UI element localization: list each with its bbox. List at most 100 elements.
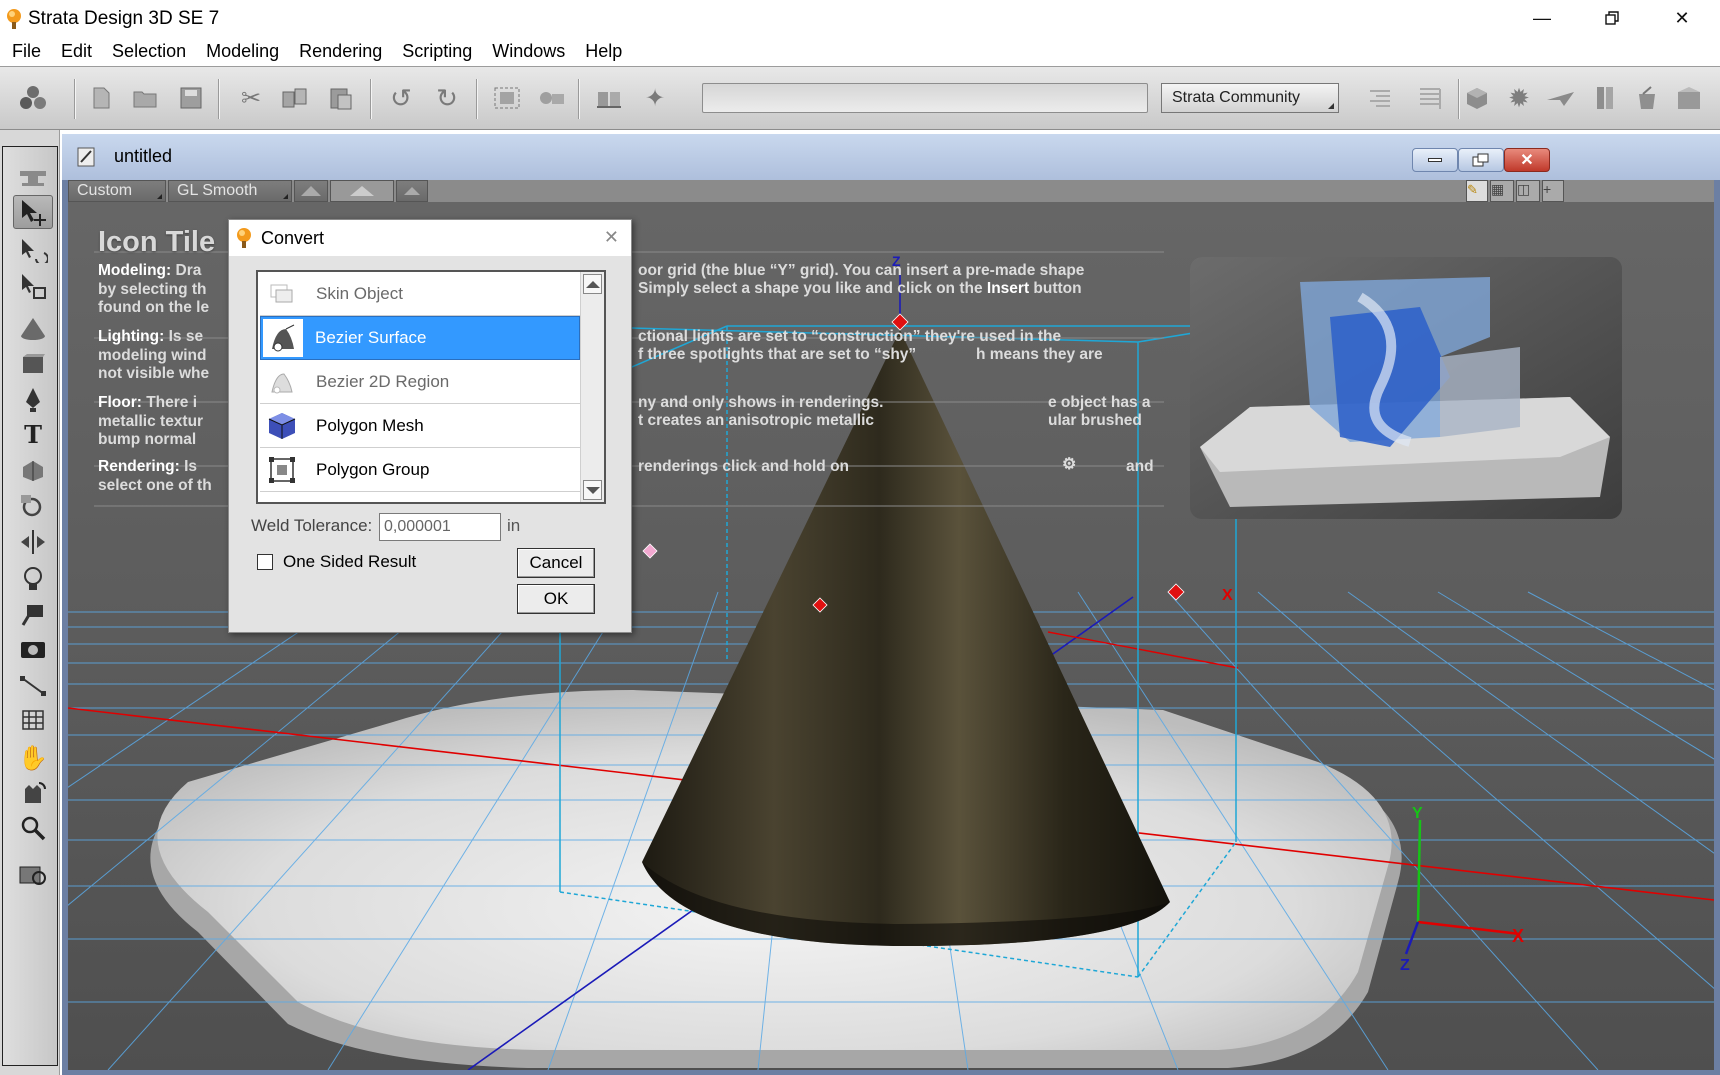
scroll-up-button[interactable] bbox=[583, 274, 602, 294]
preview-render-art bbox=[1190, 257, 1622, 519]
list-lines-icon bbox=[1370, 90, 1390, 107]
panel-left-button[interactable] bbox=[1364, 81, 1394, 115]
extrude-icon bbox=[21, 495, 42, 517]
menu-help[interactable]: Help bbox=[575, 37, 632, 65]
menu-scripting[interactable]: Scripting bbox=[392, 37, 482, 65]
lighting-line-2c: h means they are bbox=[976, 346, 1103, 363]
zoom-tool[interactable] bbox=[13, 811, 53, 845]
render-tool[interactable] bbox=[13, 857, 53, 891]
paste-icon bbox=[330, 88, 352, 110]
scroll-down-button[interactable] bbox=[583, 480, 602, 500]
modeling-line-1b: oor grid (the blue “Y” grid). You can in… bbox=[638, 262, 1085, 279]
cut-button[interactable]: ✂ bbox=[236, 81, 266, 115]
mirror-icon bbox=[21, 530, 45, 554]
save-button[interactable] bbox=[176, 81, 206, 115]
paste-button[interactable] bbox=[326, 81, 356, 115]
list-item-skin-object[interactable]: Skin Object bbox=[260, 272, 580, 316]
one-sided-result-label[interactable]: One Sided Result bbox=[283, 552, 416, 572]
hand-tool[interactable]: ✋ bbox=[13, 741, 53, 775]
menu-file[interactable]: File bbox=[2, 37, 51, 65]
weld-tolerance-input[interactable] bbox=[379, 513, 501, 541]
split-view-button[interactable]: ◫ bbox=[1516, 180, 1540, 202]
grid-view-button[interactable]: ▦ bbox=[1490, 180, 1514, 202]
rectangle-tool[interactable] bbox=[13, 347, 53, 381]
panel-right-button[interactable] bbox=[1416, 81, 1446, 115]
texture-icon bbox=[1678, 87, 1700, 109]
snap-icon: ✦ bbox=[644, 84, 666, 112]
cancel-button[interactable]: Cancel bbox=[517, 548, 595, 578]
axis-label-x-corner: X bbox=[1512, 926, 1524, 946]
strata-community-dropdown[interactable]: Strata Community bbox=[1161, 83, 1339, 113]
lighting-panel-button[interactable]: ✹ bbox=[1504, 81, 1534, 115]
minimize-button[interactable]: — bbox=[1512, 0, 1572, 36]
toolbar-text-field[interactable] bbox=[702, 83, 1148, 113]
group-button[interactable] bbox=[492, 81, 522, 115]
close-button[interactable]: ✕ bbox=[1652, 0, 1712, 36]
menu-edit[interactable]: Edit bbox=[51, 37, 102, 65]
list-item-bezier-2d-region[interactable]: Bezier 2D Region bbox=[260, 360, 580, 404]
list-scrollbar[interactable] bbox=[580, 272, 604, 502]
one-sided-result-checkbox[interactable] bbox=[257, 554, 273, 570]
sequencer-button[interactable] bbox=[1590, 81, 1620, 115]
skin-object-icon bbox=[260, 273, 304, 315]
view-extra-button[interactable] bbox=[396, 180, 428, 202]
open-file-button[interactable] bbox=[130, 81, 160, 115]
rendering-label: Rendering: bbox=[98, 458, 180, 475]
grid-tool[interactable] bbox=[13, 703, 53, 737]
palette-grip[interactable] bbox=[13, 161, 53, 195]
resource-panel-button[interactable] bbox=[1632, 81, 1662, 115]
redo-button[interactable]: ↻ bbox=[432, 81, 462, 115]
light-tool[interactable] bbox=[13, 563, 53, 597]
copy-button[interactable] bbox=[280, 81, 310, 115]
texture-panel-button[interactable] bbox=[1674, 81, 1704, 115]
camera-tool[interactable] bbox=[13, 631, 53, 665]
path-tool[interactable] bbox=[13, 669, 53, 703]
strata-logo-button[interactable] bbox=[18, 81, 48, 115]
rotate-view-tool[interactable] bbox=[13, 775, 53, 809]
snap-button[interactable]: ✦ bbox=[640, 81, 670, 115]
restore-button[interactable] bbox=[1582, 0, 1642, 36]
doc-minimize-button[interactable] bbox=[1412, 148, 1458, 172]
minimize-icon bbox=[1428, 158, 1442, 162]
animation-panel-button[interactable] bbox=[1546, 81, 1576, 115]
menu-rendering[interactable]: Rendering bbox=[289, 37, 392, 65]
edit-view-button[interactable]: ✎ bbox=[1466, 180, 1488, 202]
ok-button[interactable]: OK bbox=[517, 584, 595, 614]
add-view-button[interactable]: + bbox=[1542, 180, 1564, 202]
scale-tool[interactable] bbox=[13, 269, 53, 303]
save-icon bbox=[180, 87, 202, 109]
object-panel-button[interactable] bbox=[1462, 81, 1492, 115]
toolbar-separator bbox=[218, 79, 220, 119]
list-item-bezier-surface[interactable]: Bezier Surface bbox=[260, 316, 580, 360]
ungroup-button[interactable] bbox=[536, 81, 566, 115]
menu-modeling[interactable]: Modeling bbox=[196, 37, 289, 65]
cone-primitive-tool[interactable] bbox=[13, 311, 53, 345]
camera-mode-button[interactable] bbox=[294, 180, 328, 202]
convert-type-list[interactable]: Skin Object Bezier Surface Bezier 2D Reg… bbox=[256, 270, 606, 504]
undo-button[interactable]: ↺ bbox=[386, 81, 416, 115]
menu-selection[interactable]: Selection bbox=[102, 37, 196, 65]
doc-close-button[interactable]: ✕ bbox=[1504, 148, 1550, 172]
rotate-tool[interactable] bbox=[13, 233, 53, 267]
mountain-icon bbox=[350, 186, 374, 196]
list-item-polygon-mesh[interactable]: Polygon Mesh bbox=[260, 404, 580, 448]
dropdown-arrow-icon bbox=[283, 194, 288, 199]
pen-tool[interactable] bbox=[13, 383, 53, 417]
extrude-tool[interactable] bbox=[13, 489, 53, 523]
render-mode-select[interactable]: GL Smooth bbox=[168, 180, 292, 202]
select-move-tool[interactable] bbox=[13, 195, 53, 229]
lathe-tool[interactable] bbox=[13, 453, 53, 487]
doc-restore-button[interactable] bbox=[1458, 148, 1504, 172]
align-button[interactable] bbox=[594, 81, 624, 115]
text-tool[interactable]: T bbox=[13, 417, 53, 451]
view-preset-select[interactable]: Custom bbox=[68, 180, 166, 202]
view-toggle-button[interactable] bbox=[330, 180, 394, 202]
spotlight-tool[interactable] bbox=[13, 597, 53, 631]
mirror-tool[interactable] bbox=[13, 525, 53, 559]
list-item-polygon-group[interactable]: Polygon Group bbox=[260, 448, 580, 492]
menu-windows[interactable]: Windows bbox=[482, 37, 575, 65]
axis-label-z-corner: Z bbox=[1400, 957, 1410, 974]
new-file-button[interactable] bbox=[86, 81, 116, 115]
rendering-line-1a: Is bbox=[184, 458, 198, 475]
dialog-close-icon[interactable]: ✕ bbox=[604, 227, 619, 248]
